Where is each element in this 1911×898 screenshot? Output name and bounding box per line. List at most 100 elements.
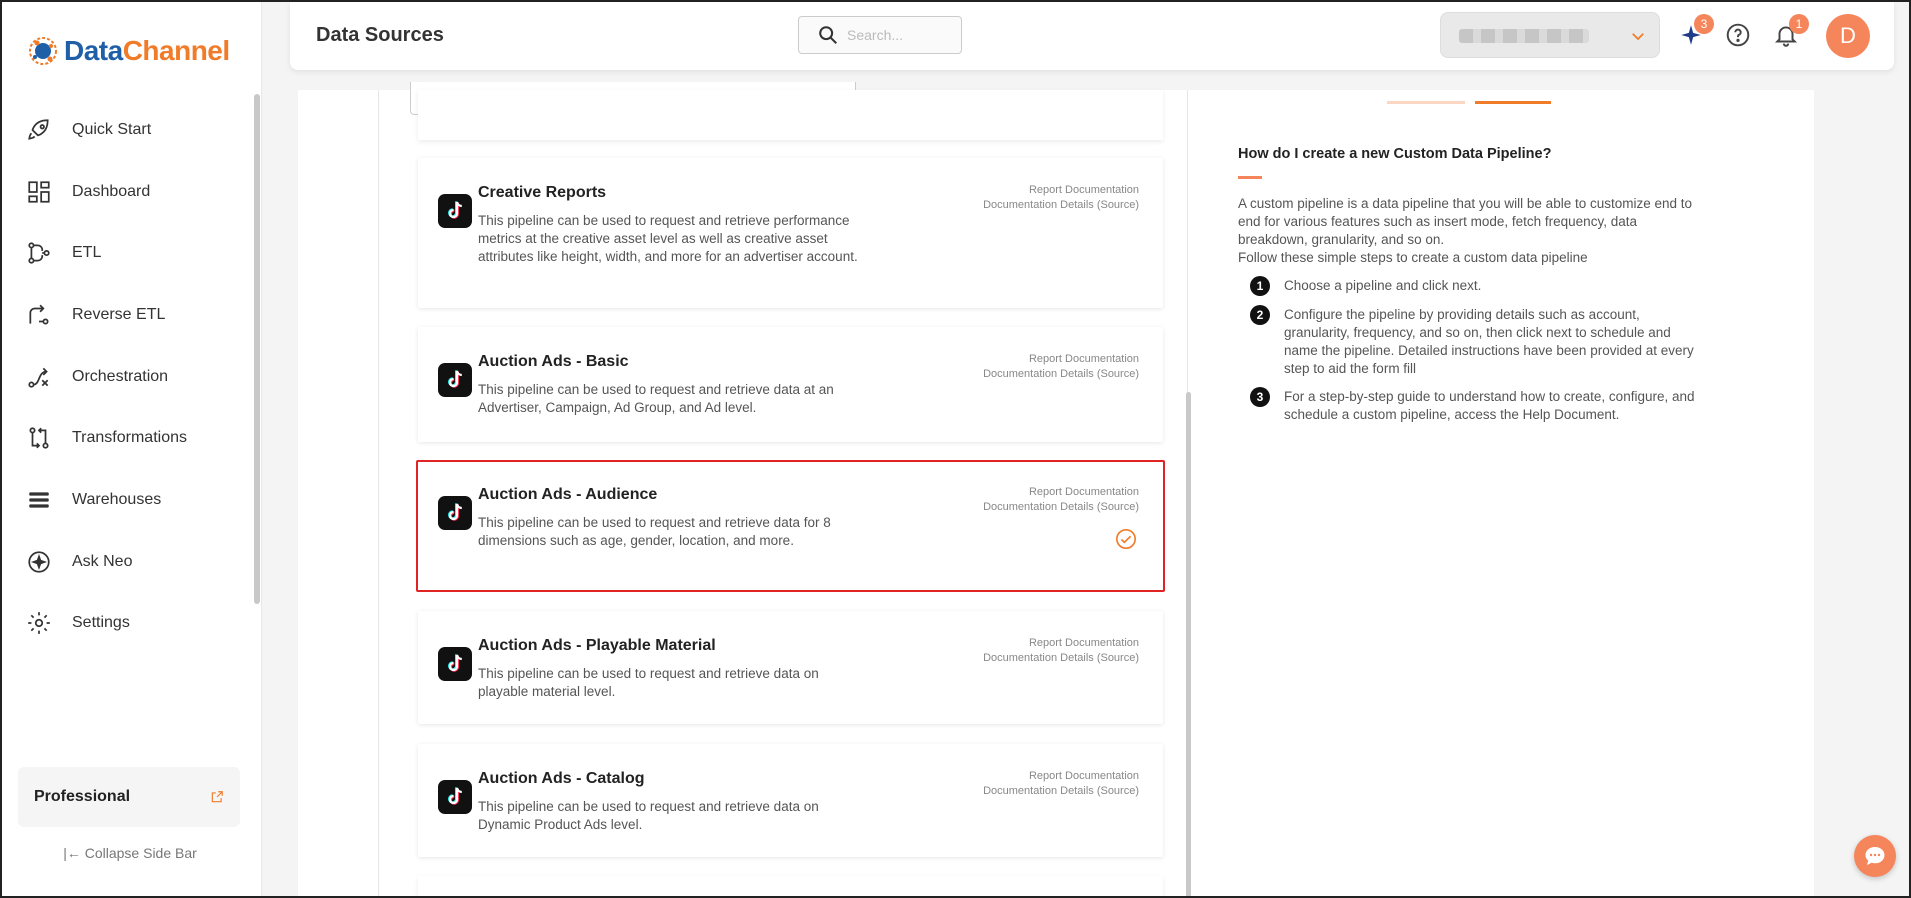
card-links: Report Documentation Documentation Detai… bbox=[983, 352, 1139, 382]
step-number: 3 bbox=[1250, 387, 1270, 407]
sidebar-item-label: Ask Neo bbox=[72, 552, 133, 570]
step-text: Configure the pipeline by providing deta… bbox=[1284, 307, 1694, 376]
pipeline-card-auction-ads-playable-material[interactable]: Auction Ads - Playable Material This pip… bbox=[418, 611, 1163, 724]
report-documentation-link[interactable]: Report Documentation bbox=[983, 485, 1139, 500]
card-description: This pipeline can be used to request and… bbox=[478, 515, 831, 548]
datachannel-logo-icon bbox=[29, 37, 57, 65]
step-text: For a step-by-step guide to understand h… bbox=[1284, 389, 1695, 422]
card-description: This pipeline can be used to request and… bbox=[478, 382, 834, 415]
brand-logo[interactable]: DataChannel bbox=[26, 34, 230, 68]
app-window: DataChannel Quick Start Dashboard ETL Re… bbox=[0, 0, 1911, 898]
card-description: This pipeline can be used to request and… bbox=[478, 666, 819, 699]
documentation-details-link[interactable]: Documentation Details (Source) bbox=[983, 198, 1139, 213]
chat-button[interactable] bbox=[1854, 835, 1896, 877]
sidebar-item-ask-neo[interactable]: Ask Neo bbox=[2, 531, 252, 593]
workspace-name-redacted bbox=[1459, 29, 1589, 43]
check-circle-icon bbox=[1116, 529, 1136, 549]
plan-name: Professional bbox=[34, 788, 131, 805]
report-documentation-link[interactable]: Report Documentation bbox=[983, 769, 1139, 784]
search-input[interactable] bbox=[847, 27, 947, 43]
chat-icon bbox=[1865, 847, 1885, 865]
sidebar-item-reverse-etl[interactable]: Reverse ETL bbox=[2, 284, 252, 346]
step-number: 1 bbox=[1250, 276, 1270, 296]
card-description: This pipeline can be used to request and… bbox=[478, 799, 819, 832]
notifications-button[interactable]: 1 bbox=[1769, 14, 1809, 52]
report-documentation-link[interactable]: Report Documentation bbox=[983, 352, 1139, 367]
help-follow-text: Follow these simple steps to create a cu… bbox=[1238, 250, 1588, 265]
etl-icon bbox=[28, 242, 50, 264]
sidebar-item-orchestration[interactable]: Orchestration bbox=[2, 346, 252, 408]
help-step: 3 For a step-by-step guide to understand… bbox=[1250, 387, 1708, 424]
sidebar-item-settings[interactable]: Settings bbox=[2, 593, 252, 655]
sidebar-item-label: Orchestration bbox=[72, 367, 169, 385]
plan-card[interactable]: Professional bbox=[18, 767, 240, 827]
sidebar-item-quick-start[interactable]: Quick Start bbox=[2, 99, 252, 161]
tiktok-icon bbox=[438, 780, 472, 814]
warehouses-icon bbox=[29, 492, 49, 508]
back-button-partial[interactable] bbox=[1387, 101, 1465, 104]
ask-neo-sparkle-button[interactable]: 3 bbox=[1674, 14, 1714, 52]
help-button[interactable] bbox=[1721, 18, 1755, 52]
sidebar-item-transformations[interactable]: Transformations bbox=[2, 407, 252, 469]
external-link-icon[interactable] bbox=[210, 790, 224, 804]
help-panel: How do I create a new Custom Data Pipeli… bbox=[1238, 146, 1708, 434]
pipeline-card-auction-ads-basic[interactable]: Auction Ads - Basic This pipeline can be… bbox=[418, 327, 1163, 442]
next-button-partial[interactable] bbox=[1475, 101, 1551, 104]
sidebar-item-label: Settings bbox=[72, 614, 130, 632]
sidebar-item-etl[interactable]: ETL bbox=[2, 222, 252, 284]
avatar[interactable]: D bbox=[1826, 14, 1870, 58]
orchestration-icon bbox=[28, 367, 49, 388]
help-step: 1 Choose a pipeline and click next. bbox=[1250, 276, 1708, 296]
pipeline-list-scrollbar[interactable] bbox=[1186, 392, 1191, 896]
tiktok-icon bbox=[438, 647, 472, 681]
report-documentation-link[interactable]: Report Documentation bbox=[983, 636, 1139, 651]
chevron-down-icon bbox=[1632, 33, 1644, 41]
card-title: Creative Reports bbox=[478, 184, 607, 201]
sidebar-nav: Quick Start Dashboard ETL Reverse ETL Or… bbox=[2, 99, 252, 654]
pipeline-card-auction-ads-audience[interactable]: Auction Ads - Audience This pipeline can… bbox=[416, 460, 1165, 592]
documentation-details-link[interactable]: Documentation Details (Source) bbox=[983, 651, 1139, 666]
ask-neo-icon bbox=[28, 551, 50, 573]
tiktok-icon bbox=[438, 363, 472, 397]
pipeline-card-partial[interactable] bbox=[418, 90, 1163, 140]
help-intro: A custom pipeline is a data pipeline tha… bbox=[1238, 196, 1693, 247]
help-title: How do I create a new Custom Data Pipeli… bbox=[1238, 146, 1552, 162]
sidebar-item-label: Transformations bbox=[72, 429, 187, 447]
documentation-details-link[interactable]: Documentation Details (Source) bbox=[983, 500, 1139, 515]
card-title: Auction Ads - Catalog bbox=[478, 770, 645, 787]
pipeline-card-partial[interactable] bbox=[418, 876, 1163, 896]
collapse-icon: |← bbox=[63, 845, 81, 861]
documentation-details-link[interactable]: Documentation Details (Source) bbox=[983, 367, 1139, 382]
transformations-icon bbox=[29, 427, 49, 449]
search-box[interactable] bbox=[798, 16, 962, 54]
card-links: Report Documentation Documentation Detai… bbox=[983, 485, 1139, 515]
card-title: Auction Ads - Playable Material bbox=[478, 637, 716, 654]
page-title: Data Sources bbox=[316, 24, 444, 46]
card-description: This pipeline can be used to request and… bbox=[478, 213, 858, 264]
sidebar-scrollbar[interactable] bbox=[254, 94, 260, 604]
report-documentation-link[interactable]: Report Documentation bbox=[983, 183, 1139, 198]
reverse-etl-icon bbox=[29, 304, 49, 325]
gear-icon bbox=[28, 612, 50, 635]
card-links: Report Documentation Documentation Detai… bbox=[983, 769, 1139, 799]
step-text: Choose a pipeline and click next. bbox=[1284, 278, 1482, 293]
action-buttons-partial bbox=[1387, 80, 1551, 106]
pipeline-card-creative-reports[interactable]: Creative Reports This pipeline can be us… bbox=[418, 158, 1163, 308]
sidebar-item-label: Quick Start bbox=[72, 120, 152, 138]
search-icon bbox=[819, 26, 837, 44]
sidebar-item-warehouses[interactable]: Warehouses bbox=[2, 469, 252, 531]
sidebar-item-label: ETL bbox=[72, 244, 102, 262]
workspace-select[interactable] bbox=[1440, 12, 1660, 58]
sparkle-badge: 3 bbox=[1694, 14, 1714, 34]
collapse-sidebar-label: Collapse Side Bar bbox=[84, 845, 197, 861]
top-header: Data Sources 3 1 D bbox=[290, 2, 1894, 70]
sidebar-item-label: Dashboard bbox=[72, 182, 151, 200]
collapse-sidebar-button[interactable]: |← Collapse Side Bar bbox=[2, 845, 258, 861]
documentation-details-link[interactable]: Documentation Details (Source) bbox=[983, 784, 1139, 799]
step-number: 2 bbox=[1250, 305, 1270, 325]
sidebar-item-dashboard[interactable]: Dashboard bbox=[2, 161, 252, 223]
card-links: Report Documentation Documentation Detai… bbox=[983, 183, 1139, 213]
help-title-underline bbox=[1238, 176, 1262, 179]
pipeline-card-auction-ads-catalog[interactable]: Auction Ads - Catalog This pipeline can … bbox=[418, 744, 1163, 857]
sidebar-item-label: Warehouses bbox=[72, 490, 162, 508]
